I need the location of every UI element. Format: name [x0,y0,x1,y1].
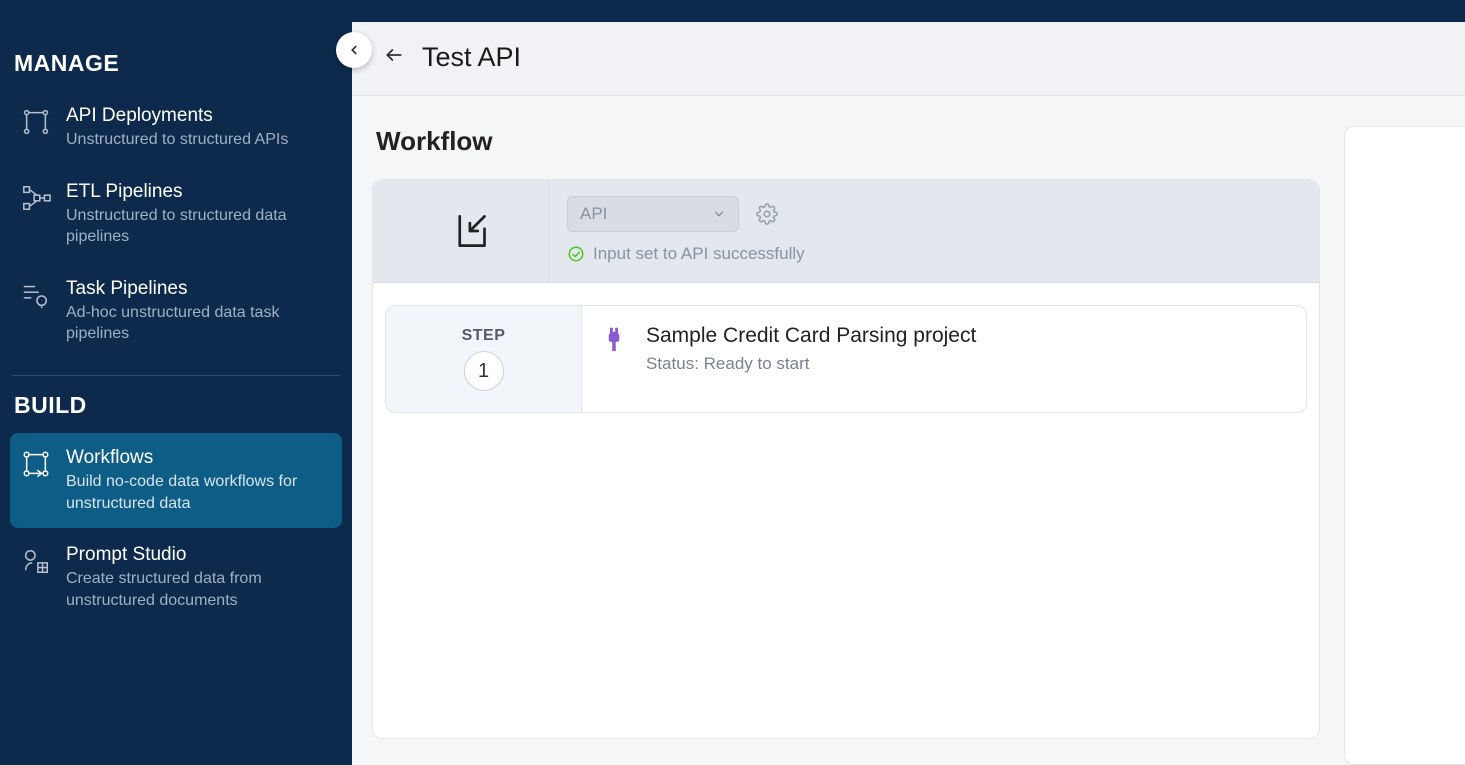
content-area: Workflow API [352,96,1465,765]
sidebar-item-label: API Deployments [66,105,288,127]
chevron-left-icon [347,43,361,57]
sidebar-item-workflows[interactable]: Workflows Build no-code data workflows f… [10,433,342,528]
prompt-studio-icon [20,546,52,578]
input-status-text: Input set to API successfully [593,244,805,264]
workflow-heading: Workflow [376,126,1320,157]
step-label: STEP [462,327,506,345]
sidebar-item-desc: Create structured data from unstructured… [66,568,332,611]
back-button[interactable] [384,45,404,70]
sidebar-item-desc: Unstructured to structured APIs [66,129,288,151]
check-circle-icon [567,245,585,263]
sidebar-item-etl-pipelines[interactable]: ETL Pipelines Unstructured to structured… [10,167,342,262]
step-number-box: STEP 1 [386,306,582,412]
arrow-left-icon [384,45,404,65]
sidebar-section-build: BUILD [10,392,342,431]
sidebar-item-desc: Ad-hoc unstructured data task pipelines [66,302,332,345]
step-tool-icon [600,326,628,354]
page-title: Test API [422,42,521,73]
api-deployments-icon [20,107,52,139]
workflow-input-header: API Input set to API successfully [373,180,1319,283]
step-status: Status: Ready to start [646,354,976,374]
plug-icon [600,326,628,354]
sidebar-item-desc: Build no-code data workflows for unstruc… [66,471,332,514]
input-doc-icon [453,213,489,249]
sidebar-item-prompt-studio[interactable]: Prompt Studio Create structured data fro… [10,530,342,625]
sidebar-collapse-button[interactable] [336,32,372,68]
chevron-down-icon [712,207,726,221]
step-name: Sample Credit Card Parsing project [646,324,976,348]
main-content: Test API Workflow [352,22,1465,765]
sidebar-divider [12,375,340,376]
etl-pipelines-icon [20,183,52,215]
gear-icon [756,203,778,225]
sidebar-item-label: ETL Pipelines [66,181,332,203]
sidebar-item-label: Task Pipelines [66,278,332,300]
input-icon-box [393,180,549,282]
sidebar-item-api-deployments[interactable]: API Deployments Unstructured to structur… [10,91,342,165]
page-header: Test API [352,22,1465,96]
sidebar-section-manage: MANAGE [10,50,342,89]
workflow-panel: API Input set to API successfully [372,179,1320,739]
sidebar-item-label: Workflows [66,447,332,469]
task-pipelines-icon [20,280,52,312]
input-type-select[interactable]: API [567,196,739,232]
sidebar: MANAGE API Deployments Unstructured to s… [0,22,352,765]
secondary-panel [1344,126,1465,765]
workflows-icon [20,449,52,481]
step-number: 1 [464,351,504,391]
sidebar-item-task-pipelines[interactable]: Task Pipelines Ad-hoc unstructured data … [10,264,342,359]
workflow-step-card[interactable]: STEP 1 Sample Credit Card Parsing projec… [385,305,1307,413]
sidebar-item-desc: Unstructured to structured data pipeline… [66,205,332,248]
top-nav-bar [0,0,1465,22]
app-layout: MANAGE API Deployments Unstructured to s… [0,22,1465,765]
select-value: API [580,204,607,224]
input-status-row: Input set to API successfully [567,244,1299,264]
sidebar-item-label: Prompt Studio [66,544,332,566]
input-settings-button[interactable] [755,202,779,226]
